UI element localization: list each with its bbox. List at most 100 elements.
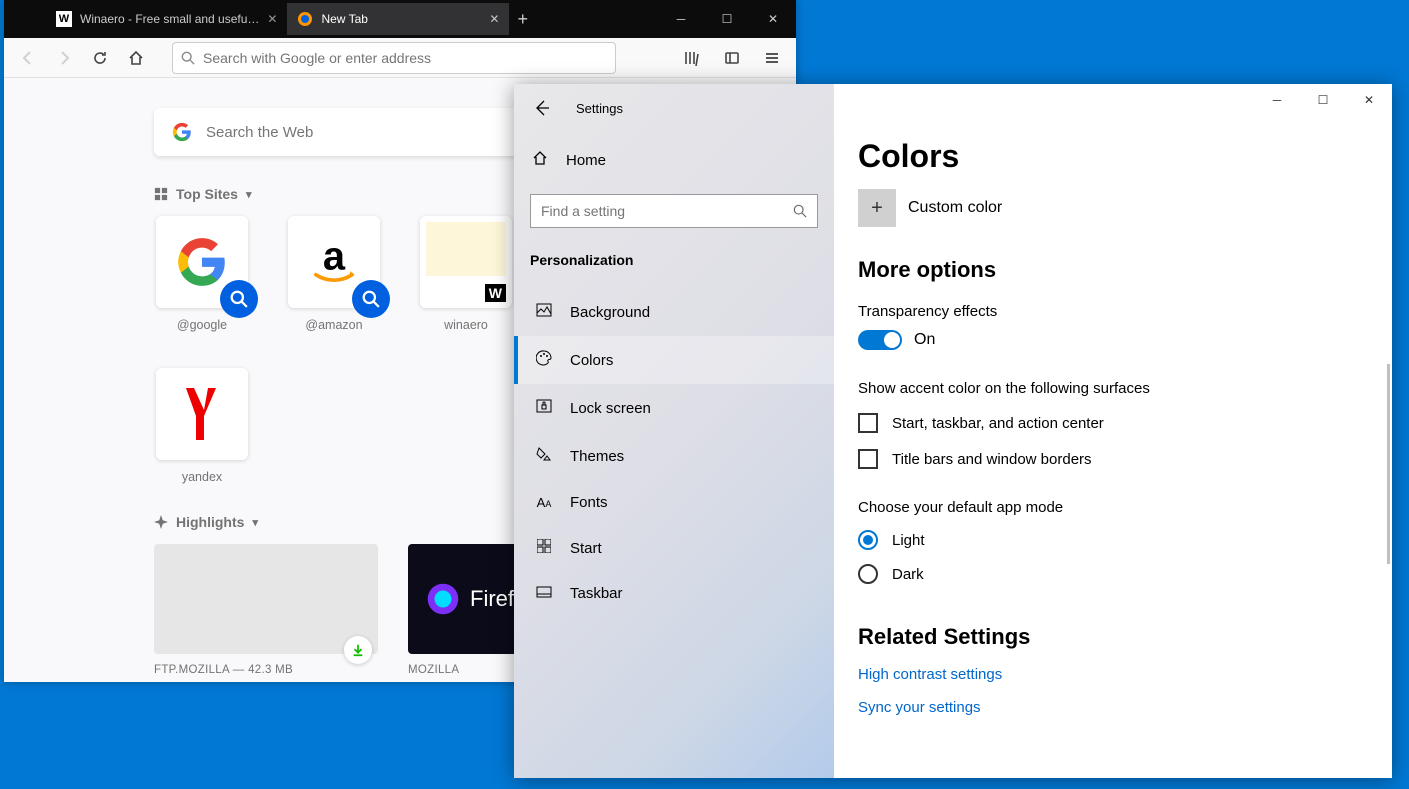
palette-icon: [534, 350, 554, 370]
settings-window: Settings Home Personalization Background…: [514, 84, 1392, 778]
start-icon: [534, 539, 554, 557]
minimize-button[interactable]: ─: [658, 3, 704, 35]
tile-label: @amazon: [305, 318, 362, 332]
transparency-toggle[interactable]: On: [858, 330, 1368, 350]
firefox-nightly-icon: [426, 582, 460, 616]
lock-screen-icon: [534, 398, 554, 418]
firefox-toolbar: [4, 38, 796, 78]
search-icon: [181, 51, 195, 65]
sidebar-menu: Background Colors Lock screen Themes AA …: [514, 288, 834, 616]
toggle-state: On: [914, 331, 935, 349]
radio-label: Light: [892, 532, 925, 549]
tile-label: winaero: [444, 318, 488, 332]
minimize-button[interactable]: ─: [1254, 84, 1300, 116]
reload-button[interactable]: [84, 42, 116, 74]
menu-button[interactable]: [756, 42, 788, 74]
sparkle-icon: [154, 515, 168, 529]
url-bar[interactable]: [172, 42, 616, 74]
tile-amazon[interactable]: a @amazon: [286, 216, 382, 332]
menu-label: Start: [570, 540, 602, 557]
close-button[interactable]: ✕: [1346, 84, 1392, 116]
settings-search[interactable]: [530, 194, 818, 228]
winaero-logo-icon: W: [485, 284, 506, 302]
section-label: Highlights: [176, 514, 244, 530]
accent-surfaces-label: Show accent color on the following surfa…: [858, 380, 1368, 397]
sidebar-item-start[interactable]: Start: [514, 525, 834, 571]
category-label: Personalization: [514, 242, 834, 278]
sidebar-item-home[interactable]: Home: [514, 140, 834, 180]
favicon-winaero: W: [56, 11, 72, 27]
settings-sidebar: Settings Home Personalization Background…: [514, 84, 834, 778]
google-icon: [172, 122, 192, 142]
transparency-label: Transparency effects: [858, 303, 1368, 320]
radio-icon: [858, 564, 878, 584]
search-badge-icon: [352, 280, 390, 318]
menu-label: Colors: [570, 352, 613, 369]
settings-header: Settings: [514, 84, 834, 132]
tile-google[interactable]: @google: [154, 216, 250, 332]
checkbox-label: Start, taskbar, and action center: [892, 415, 1104, 432]
checkbox-start-taskbar[interactable]: Start, taskbar, and action center: [858, 413, 1368, 433]
sidebar-item-colors[interactable]: Colors: [514, 336, 834, 384]
library-button[interactable]: [676, 42, 708, 74]
tab-title: Winaero - Free small and usefu…: [80, 12, 259, 26]
home-icon: [530, 150, 550, 170]
more-options-heading: More options: [858, 257, 1368, 283]
custom-color-label: Custom color: [908, 199, 1002, 217]
sidebar-item-background[interactable]: Background: [514, 288, 834, 336]
radio-icon: [858, 530, 878, 550]
sidebar-button[interactable]: [716, 42, 748, 74]
checkbox-label: Title bars and window borders: [892, 451, 1092, 468]
section-label: Top Sites: [176, 186, 238, 202]
app-mode-label: Choose your default app mode: [858, 499, 1368, 516]
radio-light[interactable]: Light: [858, 530, 1368, 550]
close-tab-icon[interactable]: ✕: [267, 12, 277, 26]
chevron-down-icon: ▾: [246, 188, 252, 201]
highlight-brand: Firef: [470, 586, 514, 612]
home-button[interactable]: [120, 42, 152, 74]
menu-label: Fonts: [570, 494, 608, 511]
search-badge-icon: [220, 280, 258, 318]
grid-icon: [154, 187, 168, 201]
highlight-meta: FTP.MOZILLA — 42.3 MB: [154, 654, 378, 676]
close-button[interactable]: ✕: [750, 3, 796, 35]
home-label: Home: [566, 152, 606, 169]
chevron-down-icon: ▾: [252, 516, 258, 529]
svg-text:a: a: [323, 234, 346, 278]
sidebar-item-lockscreen[interactable]: Lock screen: [514, 384, 834, 432]
fonts-icon: AA: [534, 495, 554, 510]
yandex-logo-icon: [182, 384, 222, 444]
close-tab-icon[interactable]: ✕: [489, 12, 499, 26]
nav-back-button[interactable]: [12, 42, 44, 74]
url-input[interactable]: [203, 50, 607, 66]
settings-search-input[interactable]: [541, 203, 793, 219]
maximize-button[interactable]: ☐: [704, 3, 750, 35]
tab-winaero[interactable]: W Winaero - Free small and usefu… ✕: [46, 3, 287, 35]
favicon-firefox: [297, 11, 313, 27]
firefox-tabs: W Winaero - Free small and usefu… ✕ New …: [46, 3, 509, 35]
link-sync-settings[interactable]: Sync your settings: [858, 699, 1368, 716]
back-button[interactable]: [530, 96, 554, 120]
link-high-contrast[interactable]: High contrast settings: [858, 666, 1368, 683]
menu-label: Taskbar: [570, 585, 623, 602]
checkbox-titlebars[interactable]: Title bars and window borders: [858, 449, 1368, 469]
scrollbar[interactable]: [1387, 364, 1390, 564]
tile-winaero[interactable]: W winaero: [418, 216, 514, 332]
nav-forward-button[interactable]: [48, 42, 80, 74]
maximize-button[interactable]: ☐: [1300, 84, 1346, 116]
page-title: Colors: [858, 138, 1368, 175]
tab-newtab[interactable]: New Tab ✕: [287, 3, 509, 35]
firefox-tabbar: W Winaero - Free small and usefu… ✕ New …: [4, 0, 796, 38]
settings-title: Settings: [576, 101, 623, 116]
radio-dark[interactable]: Dark: [858, 564, 1368, 584]
sidebar-item-themes[interactable]: Themes: [514, 432, 834, 480]
sidebar-item-taskbar[interactable]: Taskbar: [514, 571, 834, 616]
tile-label: @google: [177, 318, 227, 332]
custom-color-row[interactable]: + Custom color: [858, 189, 1368, 227]
checkbox-icon: [858, 413, 878, 433]
new-tab-button[interactable]: +: [517, 9, 528, 30]
sidebar-item-fonts[interactable]: AA Fonts: [514, 480, 834, 525]
highlight-card[interactable]: FTP.MOZILLA — 42.3 MB: [154, 544, 378, 676]
checkbox-icon: [858, 449, 878, 469]
tile-yandex[interactable]: yandex: [154, 368, 250, 484]
